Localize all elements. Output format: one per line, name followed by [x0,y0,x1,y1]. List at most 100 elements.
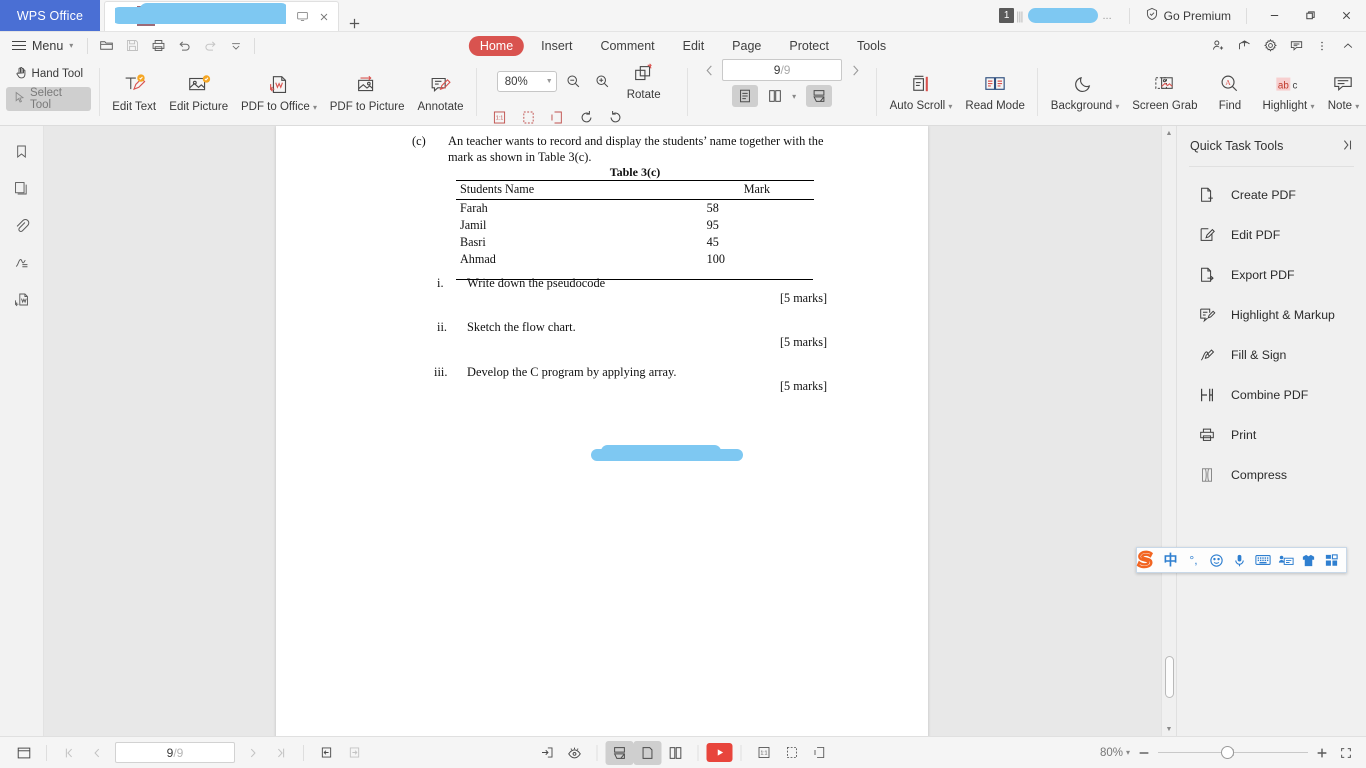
wps-brand-logo[interactable]: WPS Office [0,0,100,31]
actual-size-icon[interactable]: 1:1 [750,741,778,765]
tab-insert[interactable]: Insert [530,36,583,56]
hand-tool-button[interactable]: Hand Tool [8,62,90,86]
open-icon[interactable] [93,35,119,57]
redo-icon[interactable] [197,35,223,57]
signature-icon[interactable] [9,249,35,275]
screen-grab-button[interactable]: Screen Grab [1126,59,1204,125]
new-tab-button[interactable] [339,16,369,31]
ime-floating-toolbar[interactable]: 中 °, [1136,547,1347,573]
previous-page-icon[interactable] [83,741,111,765]
zoom-level-select[interactable]: 80% ▼ [496,71,557,92]
tab-monitor-icon[interactable] [292,7,312,27]
zoom-slider[interactable] [1158,745,1308,761]
settings-gear-icon[interactable] [1258,35,1282,57]
tab-comment[interactable]: Comment [589,36,665,56]
select-tool-button[interactable]: Select Tool [6,87,91,111]
attachment-icon[interactable] [9,212,35,238]
pdf-to-office-button[interactable]: PDF to Office ▾ [235,59,324,125]
thumbnails-icon[interactable] [9,175,35,201]
tab-edit[interactable]: Edit [672,36,716,56]
status-zoom-label[interactable]: 80% ▾ [1100,747,1130,759]
zoom-in-icon[interactable] [1312,743,1332,763]
account-more-icon[interactable]: ... [1102,10,1111,22]
soft-keyboard-icon[interactable] [1251,548,1274,572]
fill-sign-item[interactable]: Fill & Sign [1177,335,1366,375]
single-page-view-icon[interactable] [732,85,759,107]
fullscreen-icon[interactable] [1336,743,1356,763]
background-button[interactable]: Background ▾ [1044,59,1125,125]
document-viewer[interactable]: (c) An teacher wants to record and displ… [44,126,1176,736]
pdf-to-picture-button[interactable]: PDF to Picture [323,59,411,125]
annotate-button[interactable]: Annotate [411,59,470,125]
vertical-scrollbar[interactable]: ▲ ▼ [1161,126,1176,736]
language-chinese-icon[interactable]: 中 [1159,548,1182,572]
sogou-ime-logo-icon[interactable] [1131,547,1159,573]
scroll-down-icon[interactable]: ▼ [1162,722,1176,736]
next-page-icon[interactable] [846,59,864,81]
scrollbar-thumb[interactable] [1165,656,1174,698]
eye-protection-icon[interactable] [561,741,589,765]
bookmark-icon[interactable] [9,138,35,164]
rotate-counterclockwise-icon[interactable] [603,107,627,128]
status-page-input[interactable]: 9/9 [115,742,235,763]
continuous-scroll-icon[interactable] [605,740,634,765]
chevron-down-icon[interactable]: ▾ [792,92,796,101]
page-number-input[interactable]: 9/9 [722,59,843,81]
collapse-ribbon-icon[interactable] [1336,35,1360,57]
zoom-out-icon[interactable] [562,71,586,92]
window-close-button[interactable] [1328,0,1364,32]
menu-button[interactable]: Menu ▾ [0,34,82,58]
auto-scroll-button[interactable]: Auto Scroll ▾ [883,59,959,125]
customize-toolbar-icon[interactable] [223,35,249,57]
previous-view-icon[interactable] [312,741,340,765]
facing-pages-icon[interactable] [662,741,690,765]
create-pdf-item[interactable]: Create PDF [1177,175,1366,215]
toolbox-icon[interactable] [1274,548,1297,572]
edit-pdf-item[interactable]: Edit PDF [1177,215,1366,255]
save-icon[interactable] [119,35,145,57]
zoom-slider-handle[interactable] [1221,746,1234,759]
read-mode-button[interactable]: Read Mode [959,59,1031,125]
highlight-button[interactable]: ab c Highlight ▾ [1256,59,1321,125]
share-icon[interactable] [1232,35,1256,57]
compress-item[interactable]: Compress [1177,455,1366,495]
undo-icon[interactable] [171,35,197,57]
more-options-icon[interactable] [1310,35,1334,57]
go-premium-button[interactable]: Go Premium [1139,7,1237,24]
punctuation-icon[interactable]: °, [1182,548,1205,572]
tab-close-icon[interactable] [314,7,334,27]
rotate-button[interactable]: Rotate [620,59,668,104]
scroll-up-icon[interactable]: ▲ [1162,126,1176,140]
zoom-in-icon[interactable] [591,71,615,92]
last-page-icon[interactable] [267,741,295,765]
single-page-icon[interactable] [633,740,662,765]
tab-protect[interactable]: Protect [778,36,840,56]
actual-size-icon[interactable]: 1:1 [487,107,511,128]
presentation-play-icon[interactable] [706,743,733,762]
emoji-icon[interactable] [1205,548,1228,572]
fit-page-icon[interactable] [778,741,806,765]
tab-home[interactable]: Home [468,35,525,56]
fit-width-icon[interactable] [806,741,834,765]
tab-page[interactable]: Page [721,36,772,56]
next-view-icon[interactable] [340,741,368,765]
feedback-icon[interactable] [1284,35,1308,57]
tab-tools[interactable]: Tools [846,36,897,56]
combine-pdf-item[interactable]: Combine PDF [1177,375,1366,415]
print-icon[interactable] [145,35,171,57]
fit-page-icon[interactable] [516,107,540,128]
document-tab[interactable] [104,1,339,31]
window-restore-button[interactable] [1292,0,1328,32]
rotate-clockwise-icon[interactable] [574,107,598,128]
first-page-icon[interactable] [55,741,83,765]
continuous-scroll-icon[interactable] [806,85,833,107]
skin-icon[interactable] [1297,548,1320,572]
insert-page-icon[interactable] [533,741,561,765]
zoom-out-icon[interactable] [1134,743,1154,763]
print-item[interactable]: Print [1177,415,1366,455]
collapse-panel-icon[interactable] [1340,138,1354,155]
pdf-convert-icon[interactable] [9,286,35,312]
edit-text-button[interactable]: Edit Text [106,59,163,125]
highlight-markup-item[interactable]: Highlight & Markup [1177,295,1366,335]
voice-input-icon[interactable] [1228,548,1251,572]
